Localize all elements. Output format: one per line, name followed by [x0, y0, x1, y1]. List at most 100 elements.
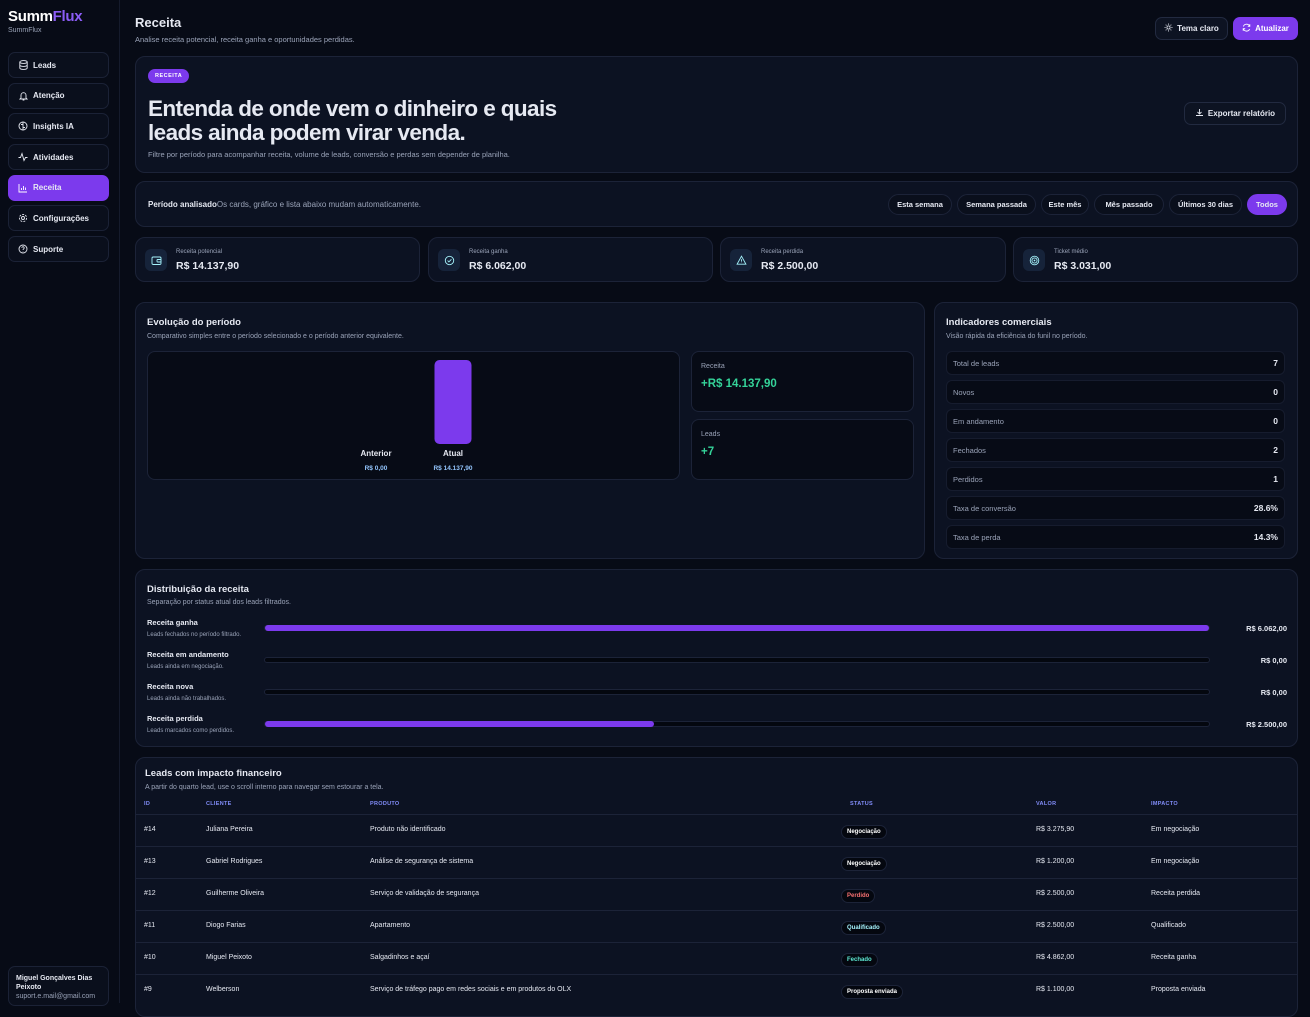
cell-value: R$ 4.862,00: [1036, 954, 1075, 961]
user-card[interactable]: Miguel Gonçalves Dias Peixoto suport.e.m…: [8, 966, 109, 1006]
stat-label: Receita perdida: [761, 249, 804, 255]
cell-impact: Receita ganha: [1151, 954, 1197, 961]
kpi-label: Receita: [701, 363, 725, 370]
period-chip-este-mes[interactable]: Este mês: [1041, 194, 1089, 215]
wallet-icon: [145, 249, 167, 271]
table-row[interactable]: #13 Gabriel Rodrigues Análise de segurança…: [136, 846, 1297, 878]
sidebar-item-atividades[interactable]: Atividades: [8, 144, 109, 171]
dist-label: Receita ganha: [147, 618, 198, 627]
cell-value: R$ 2.500,00: [1036, 922, 1075, 929]
stat-card-ticket-medio: Ticket médio R$ 3.031,00: [1013, 237, 1298, 282]
cell-product: Serviço de tráfego pago em redes sociais…: [370, 986, 572, 993]
data-label: R$ 14.137,90: [433, 465, 472, 472]
stat-label: Receita ganha: [469, 249, 508, 255]
indicators-subtitle: Visão rápida da eficiência do funil no p…: [946, 333, 1088, 340]
cell-impact: Proposta enviada: [1151, 986, 1206, 993]
evolution-bar-chart: Anterior R$ 0,00 Atual R$ 14.137,90: [360, 360, 473, 472]
dist-label: Receita em andamento: [147, 650, 229, 659]
cell-client: Gabriel Rodrigues: [206, 858, 263, 865]
cell-value: R$ 1.100,00: [1036, 986, 1075, 993]
page-title: Receita: [135, 15, 182, 30]
cell-client: Juliana Pereira: [206, 826, 253, 833]
distribution-card: Distribuição da receita Separação por st…: [135, 569, 1298, 747]
indicator-row: Em andamento 0: [946, 409, 1285, 433]
theme-toggle-button[interactable]: Tema claro: [1155, 17, 1228, 40]
dist-bar-track: [264, 721, 1210, 727]
sun-icon: [1164, 23, 1173, 34]
sidebar-item-configuracoes[interactable]: Configurações: [8, 205, 109, 232]
sidebar-item-label: Atenção: [33, 91, 65, 101]
table-row[interactable]: #10 Miguel Peixoto Salgadinhos e açaí R$ 4.…: [136, 942, 1297, 974]
table-row[interactable]: #9 Welberson Serviço de tráfego pago em re…: [136, 974, 1297, 1006]
dist-bar-track: [264, 657, 1210, 663]
indicator-row: Fechados 2: [946, 438, 1285, 462]
indicators-title: Indicadores comerciais: [946, 317, 1052, 328]
hero-description: Filtre por período para acompanhar recei…: [148, 150, 510, 159]
dist-bar-track: [264, 625, 1210, 631]
cell-client: Guilherme Oliveira: [206, 890, 264, 897]
column-header-cliente[interactable]: CLIENTE: [206, 801, 232, 807]
status-badge: Fechado: [841, 953, 878, 967]
leads-table-subtitle: A partir do quarto lead, use o scroll in…: [145, 784, 384, 791]
gear-icon: [18, 213, 28, 223]
cell-product: Análise de segurança de sistema: [370, 858, 474, 865]
refresh-button[interactable]: Atualizar: [1233, 17, 1298, 40]
kpi-card-receita: Receita +R$ 14.137,90: [691, 351, 914, 412]
column-header-id[interactable]: ID: [144, 801, 150, 807]
column-header-impacto[interactable]: IMPACTO: [1151, 801, 1178, 807]
evolution-title: Evolução do período: [147, 317, 241, 328]
stat-value: R$ 2.500,00: [761, 260, 819, 272]
leads-table-title: Leads com impacto financeiro: [145, 768, 282, 779]
period-chip-esta-semana[interactable]: Esta semana: [888, 194, 952, 215]
distribution-subtitle: Separação por status atual dos leads fil…: [147, 599, 291, 606]
refresh-icon: [1242, 23, 1251, 34]
column-header-produto[interactable]: PRODUTO: [370, 801, 400, 807]
cell-client: Miguel Peixoto: [206, 954, 252, 961]
page-subtitle: Analise receita potencial, receita ganha…: [135, 35, 355, 44]
evolution-subtitle: Comparativo simples entre o período sele…: [147, 333, 404, 340]
period-chip-semana-passada[interactable]: Semana passada: [957, 194, 1036, 215]
column-header-valor[interactable]: VALOR: [1036, 801, 1056, 807]
sidebar-item-suporte[interactable]: Suporte: [8, 236, 109, 263]
cell-value: R$ 3.275,90: [1036, 826, 1075, 833]
table-row[interactable]: #11 Diogo Farias Apartamento R$ 2.500,00 Qua…: [136, 910, 1297, 942]
sidebar-item-label: Receita: [33, 183, 62, 193]
dist-description: Leads ainda não trabalhados.: [147, 696, 227, 702]
leads-table-card: Leads com impacto financeiro A partir do…: [135, 757, 1298, 1017]
dist-description: Leads marcados como perdidos.: [147, 728, 235, 734]
brand-logo[interactable]: SummFlux SummFlux: [8, 8, 83, 34]
period-chip-mes-passado[interactable]: Mês passado: [1094, 194, 1164, 215]
evolution-chart: Anterior R$ 0,00 Atual R$ 14.137,90: [147, 351, 680, 480]
sidebar-item-atencao[interactable]: Atenção: [8, 82, 109, 109]
cell-id: #11: [144, 922, 156, 929]
user-email: suport.e.mail@gmail.com: [16, 993, 96, 1000]
dist-value: R$ 0,00: [1260, 656, 1287, 665]
brand-name: SummFlux: [8, 8, 83, 25]
distribution-title: Distribuição da receita: [147, 584, 249, 595]
status-badge: Negociação: [841, 857, 887, 871]
sidebar-item-receita[interactable]: Receita: [8, 174, 109, 201]
dist-label: Receita perdida: [147, 714, 203, 723]
status-badge: Qualificado: [841, 921, 886, 935]
cell-client: Welberson: [206, 986, 240, 993]
sidebar-item-label: Atividades: [33, 152, 74, 162]
export-report-button[interactable]: Exportar relatório: [1184, 102, 1286, 125]
sidebar-item-insights-ia[interactable]: Insights IA: [8, 113, 109, 140]
stat-label: Receita potencial: [176, 249, 223, 255]
check-circle-icon: [438, 249, 460, 271]
sidebar-item-leads[interactable]: Leads: [8, 52, 109, 78]
table-row[interactable]: #12 Guilherme Oliveira Serviço de validaçã…: [136, 878, 1297, 910]
dist-label: Receita nova: [147, 682, 194, 691]
period-chip-ultimos-30-dias[interactable]: Últimos 30 dias: [1169, 194, 1242, 215]
sidebar-nav: Leads Atenção Insights IA Atividades Rec…: [8, 52, 109, 267]
cell-id: #12: [144, 890, 156, 897]
dist-bar-track: [264, 689, 1210, 695]
column-header-status[interactable]: STATUS: [850, 801, 873, 807]
period-chip-todos[interactable]: Todos: [1247, 194, 1287, 215]
sidebar-item-label: Suporte: [33, 244, 64, 254]
cell-id: #13: [144, 858, 156, 865]
dist-bar-fill: [265, 721, 654, 727]
hero-title: Entenda de onde vem o dinheiro e quais l…: [148, 96, 557, 145]
table-row[interactable]: #14 Juliana Pereira Produto não identifica…: [136, 814, 1297, 846]
indicator-row: Perdidos 1: [946, 467, 1285, 491]
